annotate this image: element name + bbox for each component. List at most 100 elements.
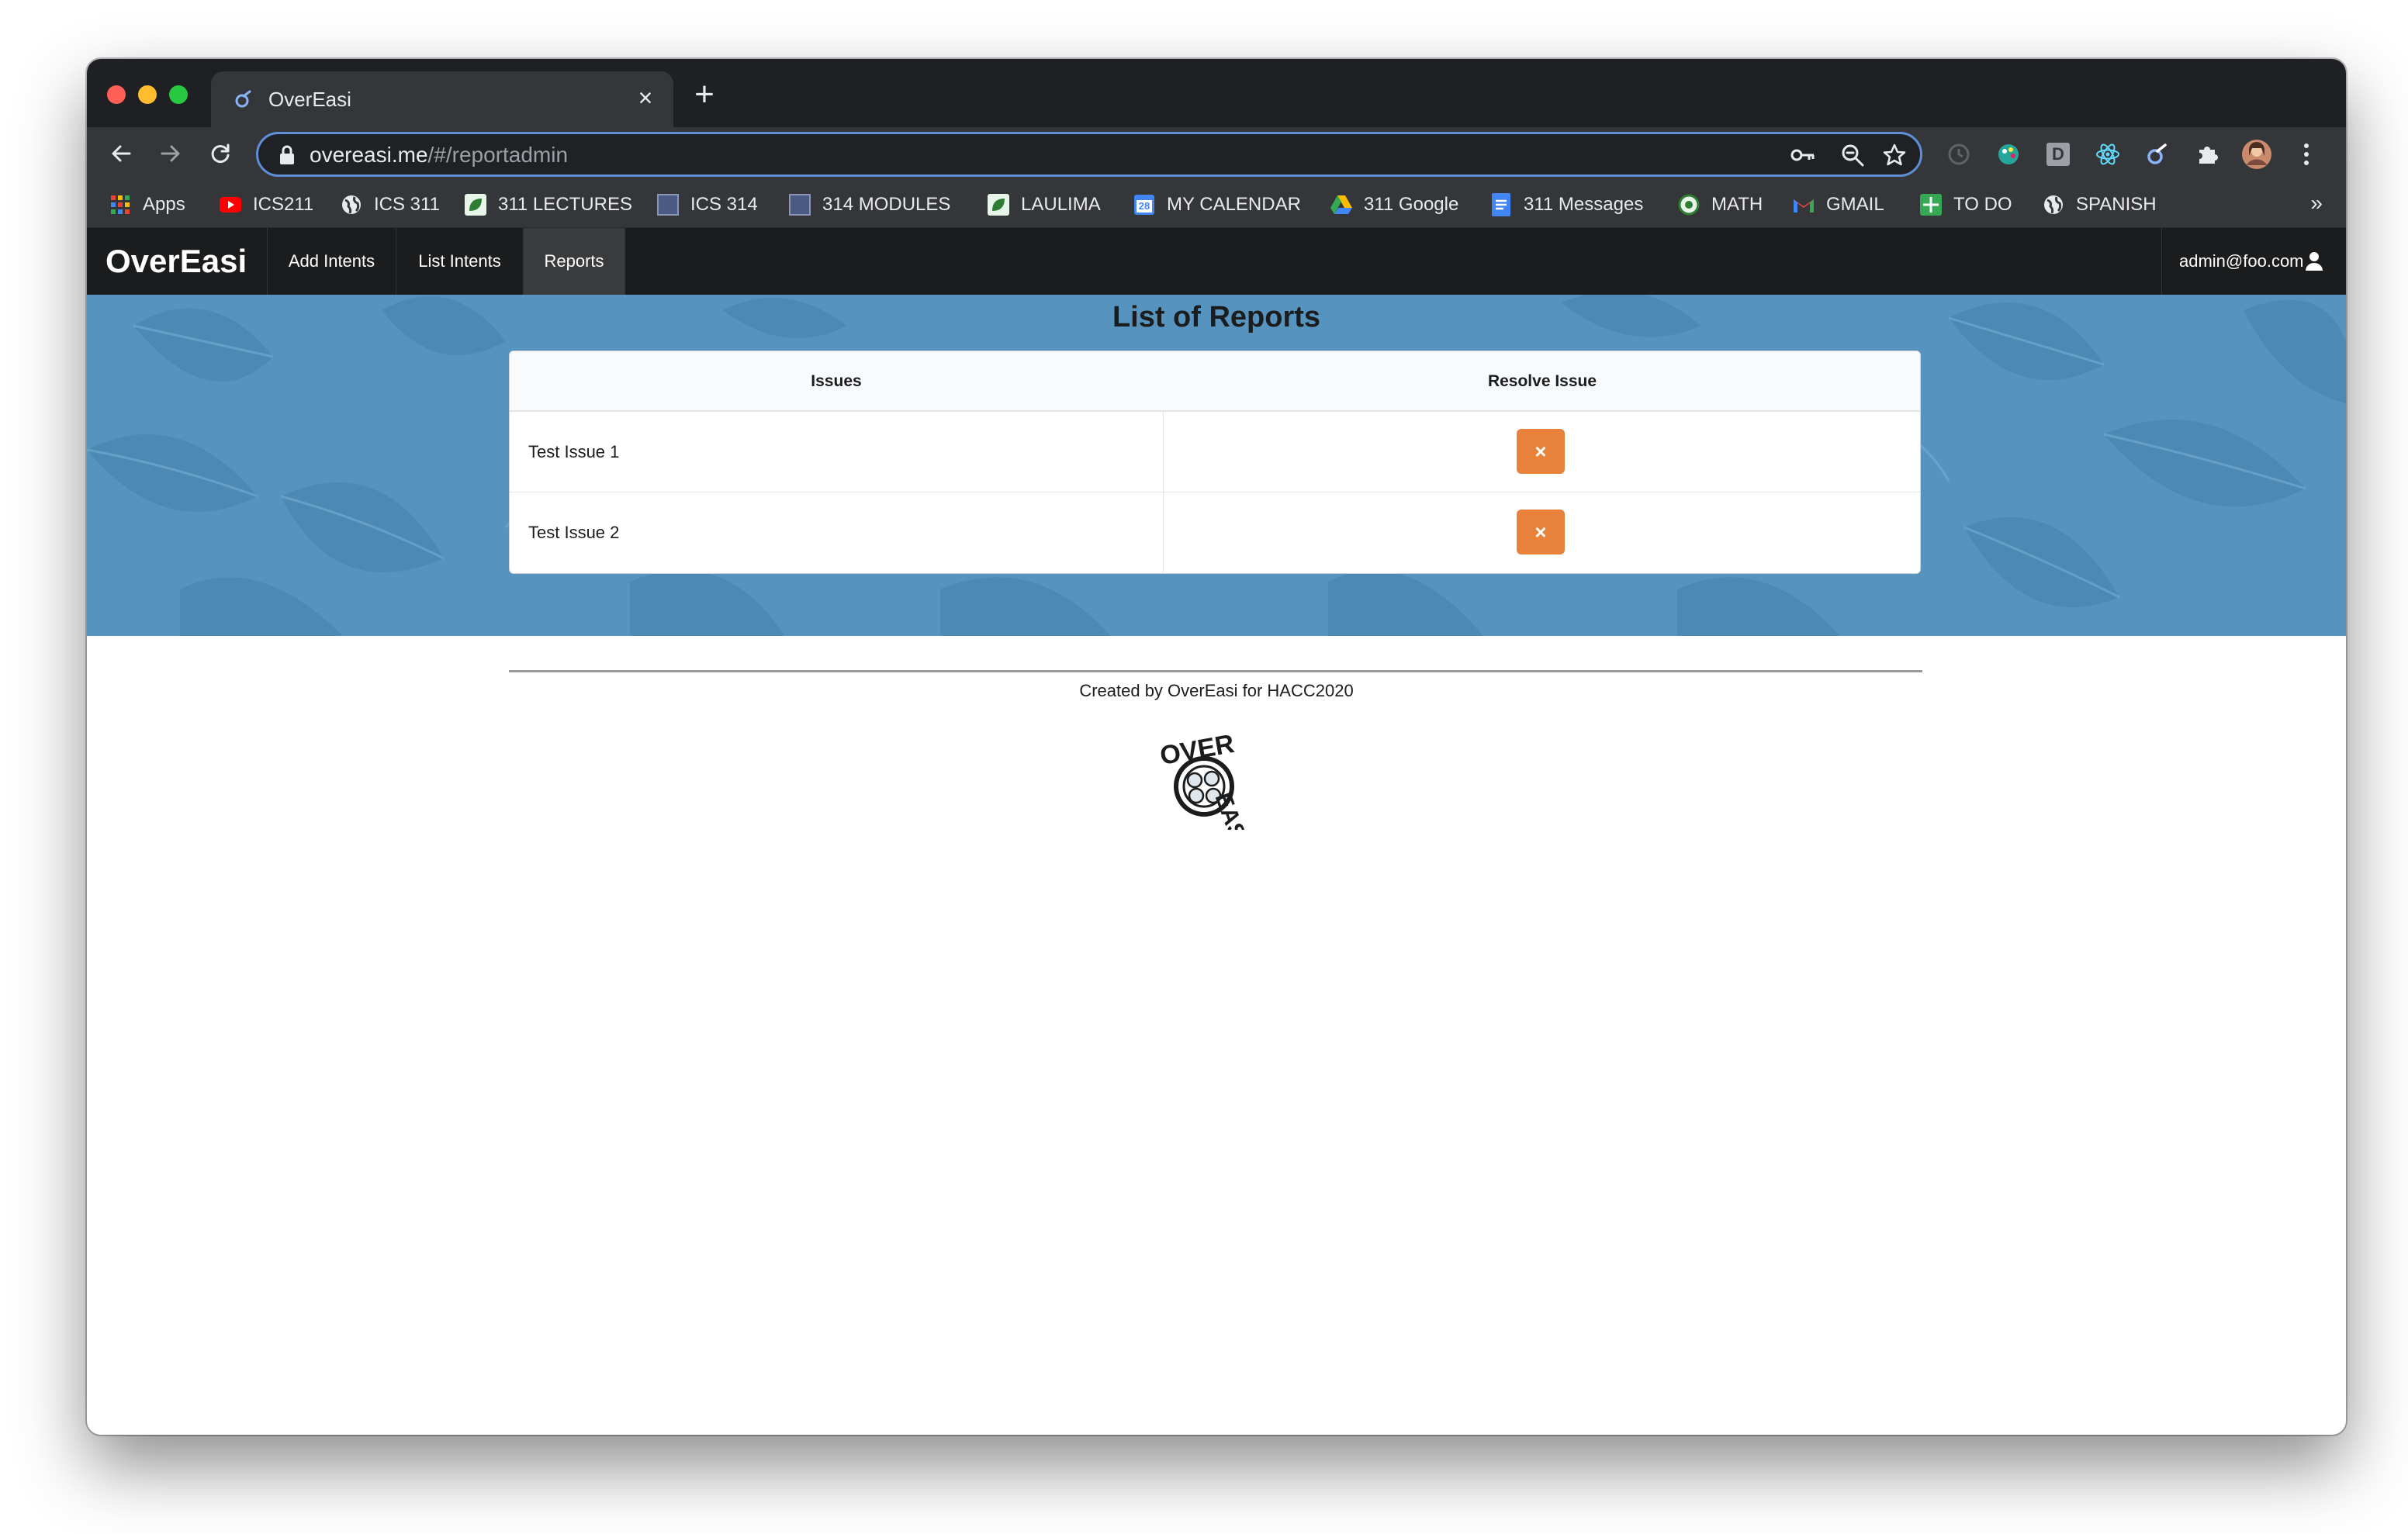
bookmark-laulima[interactable]: LAULIMA <box>987 189 1101 220</box>
extensions-puzzle-icon[interactable] <box>2191 138 2223 171</box>
bookmark-label: GMAIL <box>1826 194 1884 215</box>
user-menu[interactable]: admin@foo.com <box>2161 228 2346 295</box>
logo-word-bottom: EASI <box>1210 789 1253 830</box>
profile-avatar[interactable] <box>2240 138 2273 171</box>
calendar-day: 28 <box>1138 200 1150 212</box>
bookmark-label: ICS 311 <box>374 194 440 215</box>
bookmark-label: 311 Messages <box>1524 194 1644 215</box>
d-extension-badge: D <box>2046 143 2070 166</box>
history-extension-icon[interactable] <box>1943 138 1975 171</box>
bookmarks-bar: Apps ICS211 ICS 311 311 LECTURES ICS 314… <box>87 181 2346 228</box>
forward-arrow-icon <box>161 145 180 162</box>
bookmarks-overflow-icon[interactable]: » <box>2310 191 2323 216</box>
zoom-icon[interactable] <box>1839 142 1866 168</box>
d-extension-icon[interactable]: D <box>2042 138 2074 171</box>
leaf-icon <box>464 193 487 216</box>
forward-button[interactable] <box>154 136 188 171</box>
lock-icon <box>280 145 294 164</box>
bookmark-label: 311 LECTURES <box>498 194 632 215</box>
leaf-icon <box>987 193 1010 216</box>
close-window-button[interactable] <box>107 85 126 104</box>
browser-menu-icon[interactable] <box>2290 138 2323 171</box>
overeasi-extension-icon[interactable] <box>2141 138 2174 171</box>
gmail-icon <box>1792 193 1815 216</box>
tab-close-icon[interactable]: × <box>631 84 659 112</box>
bookmark-311-lectures[interactable]: 311 LECTURES <box>464 189 632 220</box>
address-bar[interactable]: overeasi.me/#/reportadmin <box>256 132 1922 177</box>
overeasi-favicon-icon <box>235 90 251 108</box>
calendar-icon: 28 <box>1133 193 1156 216</box>
sheets-icon <box>1919 193 1943 216</box>
bookmark-311-messages[interactable]: 311 Messages <box>1489 189 1643 220</box>
react-devtools-icon[interactable] <box>2091 138 2124 171</box>
bookmark-ics311[interactable]: ICS 311 <box>340 189 440 220</box>
password-key-icon[interactable] <box>1790 142 1816 168</box>
browser-tab[interactable]: OverEasi × <box>211 71 673 127</box>
back-button[interactable] <box>104 136 138 171</box>
issue-text: Test Issue 2 <box>528 523 620 542</box>
bookmark-label: MATH <box>1711 194 1763 215</box>
new-tab-button[interactable]: + <box>689 78 720 112</box>
apps-grid-icon <box>109 193 132 216</box>
maximize-window-button[interactable] <box>169 85 188 104</box>
nav-reports[interactable]: Reports <box>523 228 625 295</box>
header-issues: Issues <box>811 372 862 390</box>
back-arrow-icon <box>112 145 131 162</box>
bookmark-my-calendar[interactable]: 28 MY CALENDAR <box>1133 189 1301 220</box>
bookmark-label: Apps <box>143 194 185 215</box>
user-email: admin@foo.com <box>2179 251 2304 271</box>
bookmark-gmail[interactable]: GMAIL <box>1792 189 1884 220</box>
bookmark-spanish[interactable]: SPANISH <box>2042 189 2157 220</box>
close-icon: × <box>1534 439 1547 463</box>
bookmark-label: 311 Google <box>1364 194 1459 215</box>
palette-extension-icon[interactable] <box>1992 138 2025 171</box>
bookmark-to-do[interactable]: TO DO <box>1919 189 2012 220</box>
reports-hero: List of Reports Issues Resolve Issue Tes… <box>87 295 2346 636</box>
bookmark-label: SPANISH <box>2076 194 2157 215</box>
overeasi-logo: OVER EASI <box>1157 732 1253 830</box>
bookmark-label: TO DO <box>1953 194 2012 215</box>
header-resolve-issue: Resolve Issue <box>1487 372 1597 390</box>
bookmark-label: MY CALENDAR <box>1167 194 1301 215</box>
bookmark-314-modules[interactable]: 314 MODULES <box>788 189 950 220</box>
square-icon <box>788 193 811 216</box>
bookmark-star-icon[interactable] <box>1881 142 1908 168</box>
browser-toolbar: overeasi.me/#/reportadmin D <box>87 127 2346 181</box>
table-row: Test Issue 1 × <box>510 412 1920 492</box>
circle-icon <box>1677 193 1700 216</box>
browser-window: OverEasi × + overeasi.me/#/reportadmin D… <box>87 59 2346 1435</box>
tab-strip: OverEasi × + <box>87 59 2346 127</box>
bookmark-label: LAULIMA <box>1021 194 1101 215</box>
table-header: Issues Resolve Issue <box>510 351 1920 412</box>
footer-divider <box>509 670 1922 672</box>
user-icon <box>2306 252 2323 271</box>
bookmark-math[interactable]: MATH <box>1677 189 1763 220</box>
bookmark-ics314[interactable]: ICS 314 <box>656 189 758 220</box>
bookmark-ics211[interactable]: ICS211 <box>219 189 313 220</box>
page-title: List of Reports <box>1112 301 1321 333</box>
resolve-issue-button[interactable]: × <box>1517 429 1565 474</box>
issue-text: Test Issue 1 <box>528 442 620 461</box>
drive-icon <box>1330 193 1353 216</box>
minimize-window-button[interactable] <box>138 85 157 104</box>
globe-icon <box>2042 193 2065 216</box>
square-icon <box>656 193 680 216</box>
resolve-issue-button[interactable]: × <box>1517 510 1565 555</box>
footer-credit: Created by OverEasi for HACC2020 <box>1079 681 1354 700</box>
reports-table: Issues Resolve Issue Test Issue 1 × Test… <box>509 351 1921 574</box>
bookmark-311-google[interactable]: 311 Google <box>1330 189 1458 220</box>
nav-add-intents[interactable]: Add Intents <box>267 228 396 295</box>
url-text[interactable]: overeasi.me/#/reportadmin <box>310 141 568 169</box>
nav-list-intents[interactable]: List Intents <box>396 228 523 295</box>
close-icon: × <box>1534 520 1547 544</box>
docs-icon <box>1489 193 1513 216</box>
bookmark-label: ICS 314 <box>690 194 758 215</box>
globe-icon <box>340 193 363 216</box>
tab-title: OverEasi <box>268 88 351 111</box>
brand-logo[interactable]: OverEasi <box>106 228 247 295</box>
table-row: Test Issue 2 × <box>510 492 1920 573</box>
app-navbar: OverEasi Add Intents List Intents Report… <box>87 228 2346 295</box>
bookmark-apps[interactable]: Apps <box>109 189 185 220</box>
reload-button[interactable] <box>203 136 237 171</box>
youtube-icon <box>219 193 242 216</box>
